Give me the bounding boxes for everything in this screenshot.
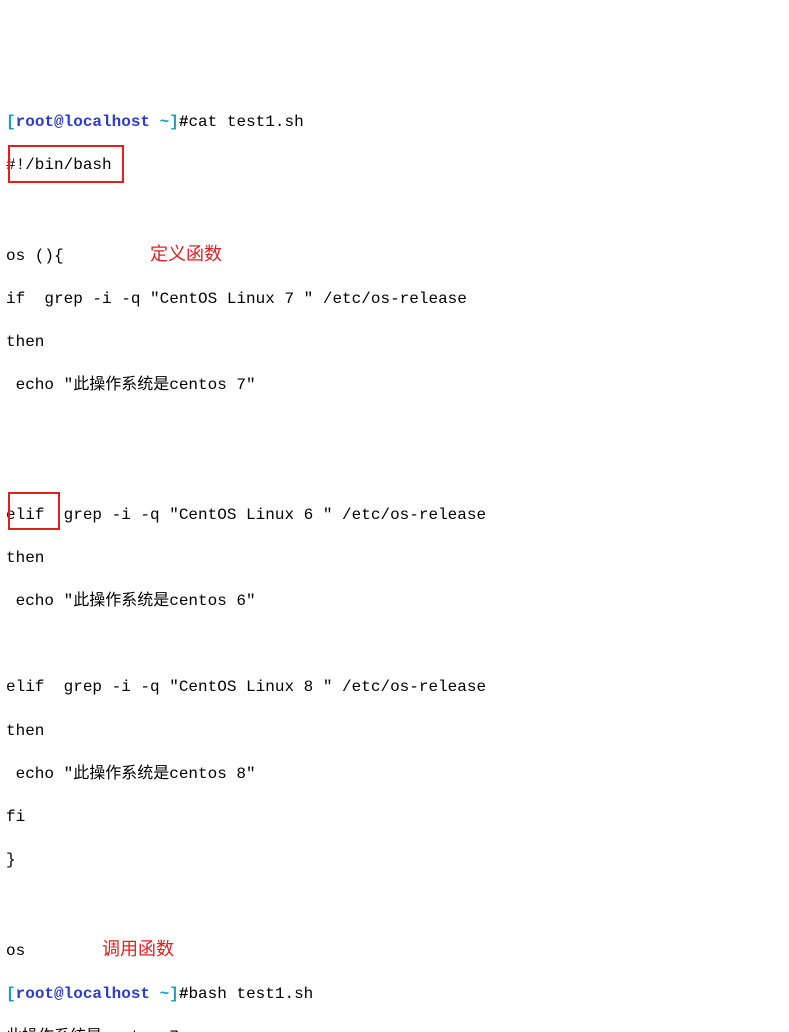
annotation-call: 调用函数	[102, 939, 174, 959]
script-line-shebang: #!/bin/bash	[6, 155, 783, 177]
command-2: bash test1.sh	[188, 985, 313, 1003]
script-line-echo1: echo "此操作系统是centos 7"	[6, 375, 783, 397]
prompt-line-1[interactable]: [root@localhost ~]#cat test1.sh	[6, 112, 783, 134]
command-1: cat test1.sh	[188, 113, 303, 131]
script-line-echo3: echo "此操作系统是centos 8"	[6, 764, 783, 786]
blank-line	[6, 418, 783, 440]
tilde: ~	[150, 113, 169, 131]
script-line-elif2: elif grep -i -q "CentOS Linux 8 " /etc/o…	[6, 677, 783, 699]
script-line-then2: then	[6, 548, 783, 570]
script-line-call: os 调用函数	[6, 937, 783, 963]
script-line-fi: fi	[6, 807, 783, 829]
blank-line	[6, 893, 783, 915]
blank-line	[6, 634, 783, 656]
userhost: root@localhost	[16, 113, 150, 131]
script-line-osdef: os (){ 定义函数	[6, 242, 783, 268]
prompt-line-2[interactable]: [root@localhost ~]#bash test1.sh	[6, 984, 783, 1006]
hash: #	[179, 113, 189, 131]
bracket-open: [	[6, 985, 16, 1003]
script-line-then3: then	[6, 721, 783, 743]
hash: #	[179, 985, 189, 1003]
userhost: root@localhost	[16, 985, 150, 1003]
tilde: ~	[150, 985, 169, 1003]
bracket-open: [	[6, 113, 16, 131]
bracket-close: ]	[169, 113, 179, 131]
script-line-then1: then	[6, 332, 783, 354]
annotation-define: 定义函数	[150, 244, 222, 264]
script-line-brace: }	[6, 850, 783, 872]
bracket-close: ]	[169, 985, 179, 1003]
blank-line	[6, 198, 783, 220]
script-line-if: if grep -i -q "CentOS Linux 7 " /etc/os-…	[6, 289, 783, 311]
script-line-elif1: elif grep -i -q "CentOS Linux 6 " /etc/o…	[6, 505, 783, 527]
terminal-area: [root@localhost ~]#cat test1.sh #!/bin/b…	[6, 90, 783, 1032]
script-line-echo2: echo "此操作系统是centos 6"	[6, 591, 783, 613]
output-line: 此操作系统是centos 7	[6, 1027, 783, 1032]
blank-line	[6, 461, 783, 483]
